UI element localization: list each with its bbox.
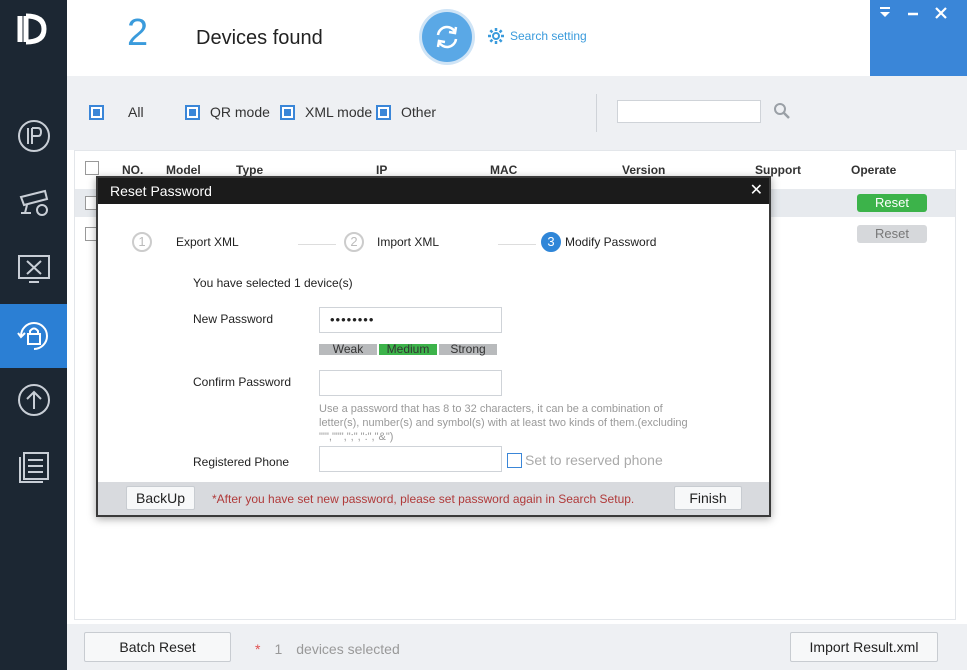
selected-count: 1	[274, 641, 283, 657]
search-setting-label: Search setting	[510, 29, 587, 43]
sidebar	[0, 0, 67, 670]
step-label: Modify Password	[565, 235, 657, 249]
step-connector	[298, 244, 336, 245]
footer-warning: *After you have set new password, please…	[212, 492, 635, 506]
search-setting-link[interactable]: Search setting	[487, 27, 587, 45]
app-logo	[14, 12, 54, 46]
step-label: Export XML	[176, 235, 239, 249]
import-result-button[interactable]: Import Result.xml	[790, 632, 938, 662]
nav-documents[interactable]	[0, 434, 67, 498]
col-model: Model	[166, 163, 201, 177]
required-star: *	[255, 641, 261, 657]
nav-upgrade[interactable]	[0, 368, 67, 432]
confirm-password-field[interactable]	[319, 370, 502, 396]
filter-all-label: All	[128, 104, 144, 120]
window-controls	[870, 0, 967, 76]
filter-xml-mode[interactable]: XML mode	[280, 104, 372, 120]
backup-button[interactable]: BackUp	[126, 486, 195, 510]
filter-all-checkbox[interactable]	[89, 104, 104, 120]
col-type: Type	[236, 163, 264, 177]
step-number: 2	[344, 232, 364, 252]
header: 2 Devices found Search setting	[67, 0, 967, 76]
gear-icon	[488, 28, 504, 44]
password-strength-meter: Weak Medium Strong	[319, 343, 497, 355]
strength-strong: Strong	[439, 343, 497, 355]
camera-icon	[19, 189, 48, 216]
dialog-close-icon[interactable]: ✕	[750, 178, 763, 204]
col-support: Support	[755, 163, 801, 177]
filter-bar: All QR mode XML mode Other	[67, 76, 967, 150]
col-operate: Operate	[851, 163, 897, 177]
col-mac: MAC	[490, 163, 518, 177]
filter-xml-checkbox[interactable]	[280, 104, 295, 120]
filter-xml-label: XML mode	[305, 104, 373, 120]
filter-qr-checkbox[interactable]	[185, 104, 200, 120]
devices-selected-label: devices selected	[296, 641, 400, 657]
reset-button[interactable]: Reset	[857, 194, 927, 212]
devices-found-label: Devices found	[196, 27, 323, 49]
step-import-xml: 2 Import XML	[344, 232, 439, 252]
refresh-icon	[436, 25, 458, 49]
col-no: NO.	[122, 163, 144, 177]
registered-phone-field[interactable]	[319, 446, 502, 472]
filter-qr-mode[interactable]: QR mode	[185, 104, 270, 120]
nav-camera[interactable]	[0, 170, 67, 234]
reserved-phone-label: Set to reserved phone	[525, 452, 663, 468]
search-icon[interactable]	[773, 102, 791, 125]
select-all-checkbox[interactable]	[85, 161, 99, 175]
password-hint: Use a password that has 8 to 32 characte…	[319, 403, 688, 443]
strength-medium: Medium	[379, 343, 437, 355]
lock-reset-icon	[16, 322, 48, 350]
col-version: Version	[622, 163, 666, 177]
filter-other-checkbox[interactable]	[376, 104, 391, 120]
filter-qr-label: QR mode	[210, 104, 270, 120]
divider	[596, 94, 597, 132]
refresh-button[interactable]	[422, 12, 472, 62]
selected-devices-text: You have selected 1 device(s)	[193, 276, 353, 290]
ip-icon	[17, 120, 50, 152]
step-modify-password: 3 Modify Password	[541, 232, 656, 252]
step-label: Import XML	[377, 235, 440, 249]
filter-other[interactable]: Other	[376, 104, 436, 120]
strength-weak: Weak	[319, 343, 377, 355]
document-list-icon	[18, 452, 49, 483]
search-input[interactable]	[617, 100, 761, 123]
reset-password-dialog: Reset Password ✕ 1 Export XML 2 Import X…	[96, 176, 771, 517]
step-export-xml: 1 Export XML	[132, 232, 239, 252]
close-icon[interactable]	[934, 6, 948, 24]
col-ip: IP	[376, 163, 388, 177]
step-connector	[498, 244, 536, 245]
nav-tools[interactable]	[0, 237, 67, 301]
filter-all[interactable]: All	[89, 104, 144, 120]
new-password-field[interactable]: ••••••••	[319, 307, 502, 333]
upgrade-icon	[17, 384, 50, 416]
dropdown-menu-icon[interactable]	[878, 6, 892, 24]
reset-button[interactable]: Reset	[857, 225, 927, 243]
confirm-password-label: Confirm Password	[193, 375, 292, 389]
nav-ip-config[interactable]	[0, 104, 67, 168]
reserved-phone-checkbox[interactable]	[507, 452, 522, 468]
dialog-title: Reset Password	[110, 183, 212, 199]
registered-phone-label: Registered Phone	[193, 455, 290, 469]
finish-button[interactable]: Finish	[674, 486, 742, 510]
set-reserved-phone[interactable]: Set to reserved phone	[507, 452, 663, 468]
step-number: 3	[541, 232, 561, 252]
tools-icon	[17, 255, 50, 283]
minimize-icon[interactable]	[906, 6, 920, 24]
nav-reset-password[interactable]	[0, 304, 67, 368]
step-number: 1	[132, 232, 152, 252]
selection-status: * 1 devices selected	[255, 641, 400, 657]
filter-other-label: Other	[401, 104, 437, 120]
dialog-title-bar: Reset Password ✕	[98, 178, 769, 204]
bottom-bar: Batch Reset * 1 devices selected Import …	[67, 624, 967, 670]
batch-reset-button[interactable]: Batch Reset	[84, 632, 231, 662]
device-count: 2	[127, 12, 149, 54]
new-password-label: New Password	[193, 312, 274, 326]
dialog-footer: BackUp *After you have set new password,…	[98, 482, 769, 515]
